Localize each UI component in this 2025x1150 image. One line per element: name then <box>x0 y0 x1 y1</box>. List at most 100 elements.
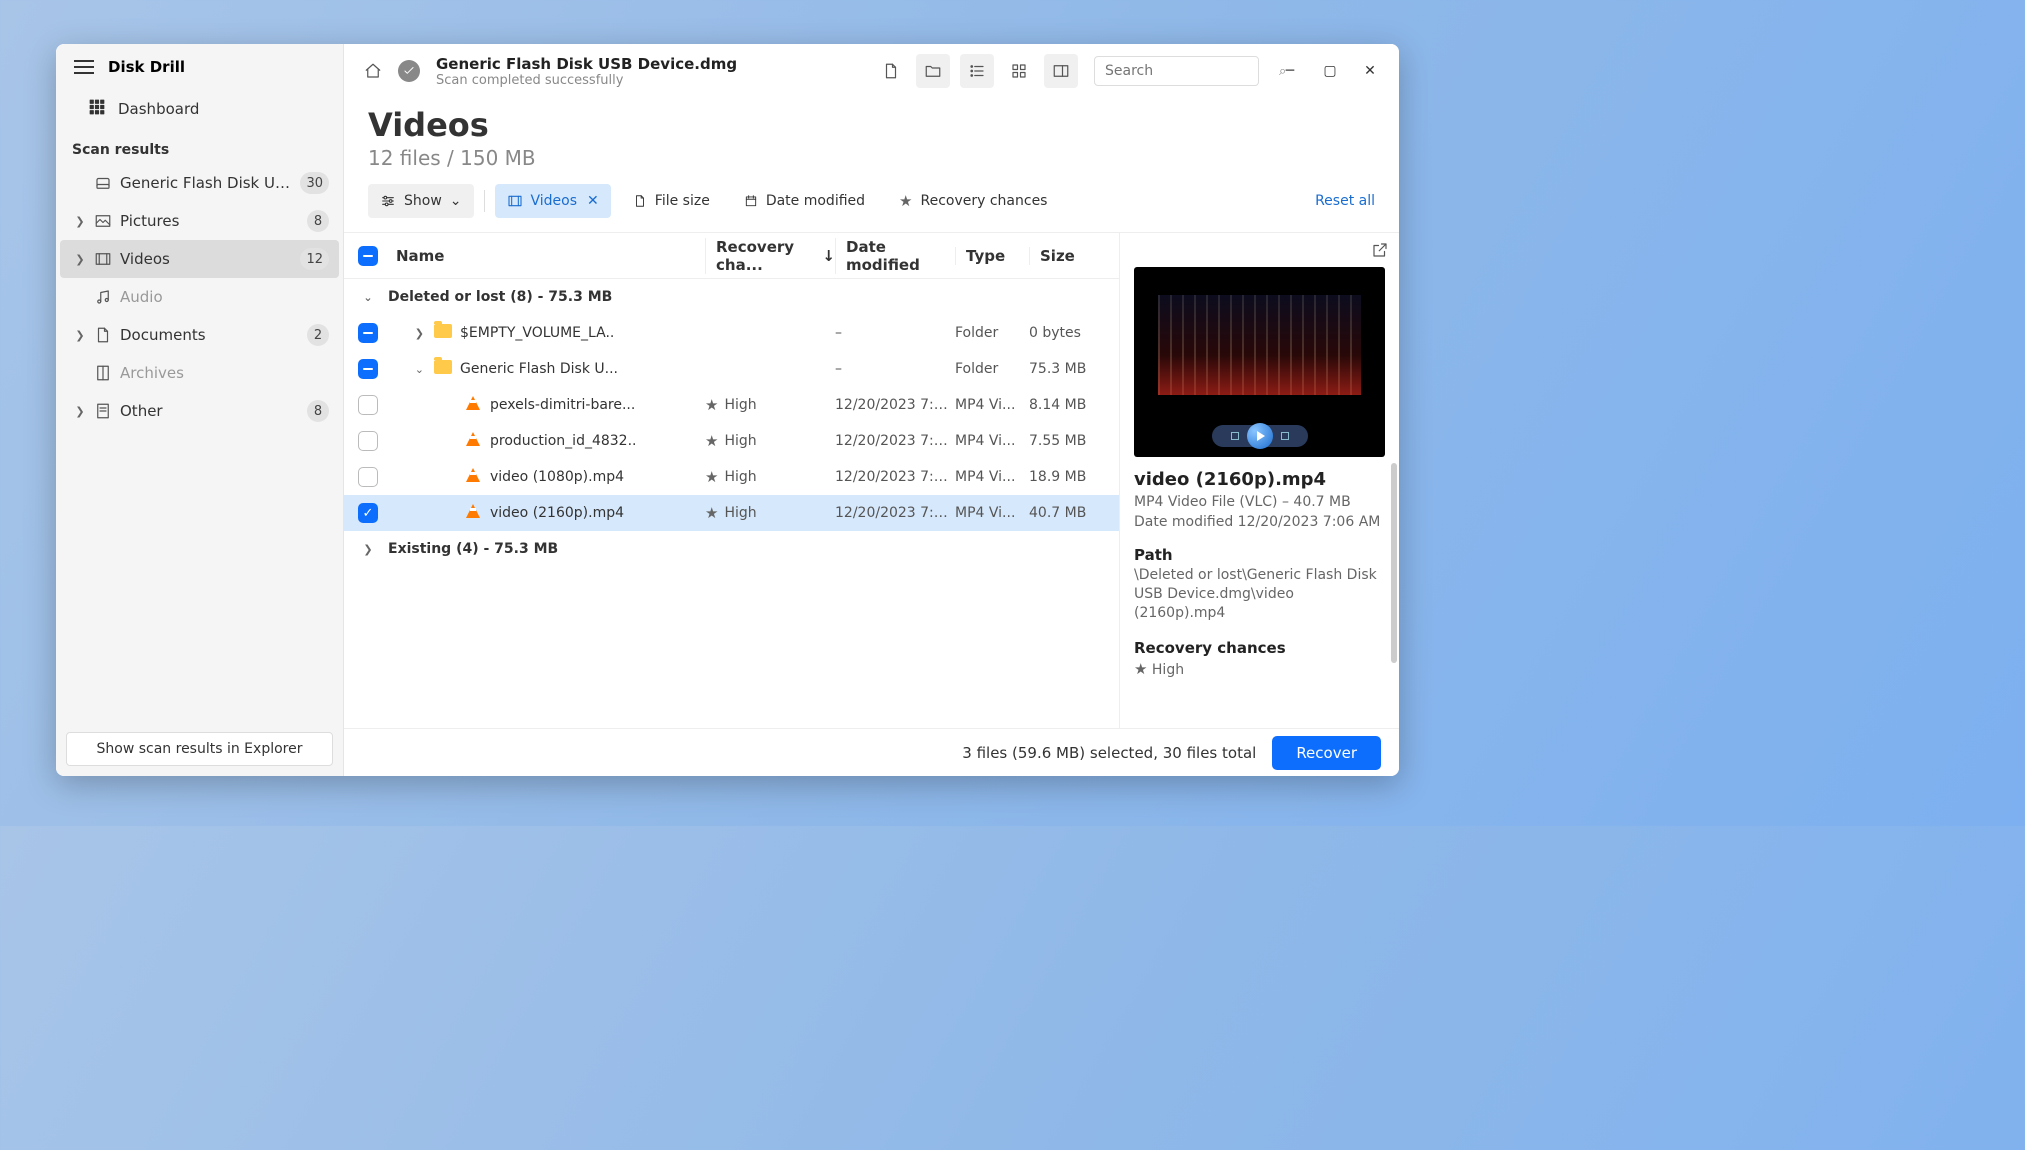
row-checkbox[interactable] <box>358 503 378 523</box>
vlc-icon <box>466 432 480 446</box>
filter-bar: Show ⌄ Videos ✕ File size Date modified … <box>344 184 1399 232</box>
row-checkbox[interactable] <box>358 323 378 343</box>
vlc-icon <box>466 468 480 482</box>
chevron-right-icon: ❯ <box>74 215 86 228</box>
file-icon[interactable] <box>876 56 906 86</box>
sidebar-item[interactable]: ❯ Documents 2 <box>60 316 339 354</box>
preview-path-value: \Deleted or lost\Generic Flash Disk USB … <box>1134 566 1385 623</box>
table-row[interactable]: video (1080p).mp4 ★ High 12/20/2023 7:06… <box>344 459 1119 495</box>
preview-rec-label: Recovery chances <box>1134 639 1385 657</box>
window-minimize[interactable]: ─ <box>1281 63 1299 79</box>
col-date[interactable]: Date modified <box>835 238 955 274</box>
sidebar-section-head: Scan results <box>56 132 343 164</box>
row-checkbox[interactable] <box>358 359 378 379</box>
count-badge: 30 <box>300 172 329 194</box>
search-input[interactable] <box>1105 63 1279 79</box>
remove-filter-icon[interactable]: ✕ <box>587 193 599 209</box>
table-header: Name Recovery cha...↓ Date modified Type… <box>344 233 1119 279</box>
col-type[interactable]: Type <box>955 247 1029 265</box>
panel-toggle-icon[interactable] <box>1044 54 1078 88</box>
show-dropdown[interactable]: Show ⌄ <box>368 184 474 218</box>
search-box[interactable]: ⌕ <box>1094 56 1259 86</box>
star-icon: ★ <box>899 192 912 210</box>
row-checkbox[interactable] <box>358 467 378 487</box>
file-name: pexels-dimitri-bare... <box>484 397 705 413</box>
window-close[interactable]: ✕ <box>1361 63 1379 79</box>
sidebar-item-label: Other <box>120 402 299 420</box>
sidebar-item[interactable]: ❯ Other 8 <box>60 392 339 430</box>
row-checkbox[interactable] <box>358 395 378 415</box>
file-table: Name Recovery cha...↓ Date modified Type… <box>344 233 1119 728</box>
preview-dateline: Date modified 12/20/2023 7:06 AM <box>1134 514 1385 530</box>
sidebar-item-label: Audio <box>120 288 329 306</box>
star-icon: ★ <box>705 504 718 522</box>
vlc-icon <box>466 504 480 518</box>
file-name: production_id_4832.. <box>484 433 705 449</box>
sidebar-item-label: Videos <box>120 250 292 268</box>
grid-view-icon[interactable] <box>1004 56 1034 86</box>
select-all-checkbox[interactable] <box>358 246 378 266</box>
recover-button[interactable]: Recover <box>1272 736 1381 770</box>
filter-filesize[interactable]: File size <box>621 184 722 218</box>
player-controls[interactable] <box>1212 425 1308 447</box>
table-row[interactable]: production_id_4832.. ★ High 12/20/2023 7… <box>344 423 1119 459</box>
sidebar-item[interactable]: ❯ Videos 12 <box>60 240 339 278</box>
video-thumbnail[interactable] <box>1134 267 1385 457</box>
preview-scrollbar[interactable] <box>1391 463 1397 663</box>
menu-icon[interactable] <box>74 60 94 74</box>
chevron-right-icon: ❯ <box>74 329 86 342</box>
preview-path-label: Path <box>1134 546 1385 564</box>
filter-recoverychances[interactable]: ★ Recovery chances <box>887 184 1059 218</box>
play-icon[interactable] <box>1247 423 1273 449</box>
sort-desc-icon: ↓ <box>822 247 835 265</box>
folder-icon[interactable] <box>916 54 950 88</box>
col-recovery[interactable]: Recovery cha...↓ <box>705 238 835 274</box>
group-row[interactable]: ⌄Deleted or lost (8) - 75.3 MB <box>344 279 1119 315</box>
popout-icon[interactable] <box>1371 241 1389 263</box>
sidebar-item-label: Pictures <box>120 212 299 230</box>
count-badge: 8 <box>307 210 329 232</box>
sidebar-item-label: Documents <box>120 326 299 344</box>
col-size[interactable]: Size <box>1029 247 1119 265</box>
sidebar-item[interactable]: Generic Flash Disk USB D... 30 <box>60 164 339 202</box>
group-row[interactable]: ❯Existing (4) - 75.3 MB <box>344 531 1119 567</box>
filter-datemodified[interactable]: Date modified <box>732 184 877 218</box>
table-row[interactable]: video (2160p).mp4 ★ High 12/20/2023 7:06… <box>344 495 1119 531</box>
window-maximize[interactable]: ▢ <box>1321 63 1339 79</box>
file-name: Generic Flash Disk U... <box>454 361 705 377</box>
audio-icon <box>94 288 112 306</box>
reset-all-link[interactable]: Reset all <box>1315 193 1375 209</box>
folder-icon <box>434 324 452 338</box>
header: Generic Flash Disk USB Device.dmg Scan c… <box>344 44 1399 98</box>
row-checkbox[interactable] <box>358 431 378 451</box>
filter-videos[interactable]: Videos ✕ <box>495 184 611 218</box>
file-name: video (1080p).mp4 <box>484 469 705 485</box>
table-row[interactable]: ⌄ Generic Flash Disk U... – Folder 75.3 … <box>344 351 1119 387</box>
sidebar: Disk Drill Dashboard Scan results Generi… <box>56 44 344 776</box>
sidebar-item-label: Generic Flash Disk USB D... <box>120 174 292 192</box>
count-badge: 12 <box>300 248 329 270</box>
sidebar-dashboard[interactable]: Dashboard <box>56 90 343 128</box>
chevron-icon: ⌄ <box>358 291 378 304</box>
sidebar-item[interactable]: ❯ Pictures 8 <box>60 202 339 240</box>
show-in-explorer-button[interactable]: Show scan results in Explorer <box>66 732 333 766</box>
file-name: video (2160p).mp4 <box>484 505 705 521</box>
sidebar-item[interactable]: Archives <box>60 354 339 392</box>
preview-panel: video (2160p).mp4 MP4 Video File (VLC) –… <box>1119 233 1399 728</box>
disk-icon <box>94 174 112 192</box>
chevron-icon: ❯ <box>358 543 378 556</box>
sidebar-item-label: Archives <box>120 364 329 382</box>
videos-icon <box>94 250 112 268</box>
sidebar-item[interactable]: Audio <box>60 278 339 316</box>
page-title: Videos <box>368 106 1375 144</box>
count-badge: 8 <box>307 400 329 422</box>
archives-icon <box>94 364 112 382</box>
col-name[interactable]: Name <box>392 247 705 265</box>
list-view-icon[interactable] <box>960 54 994 88</box>
home-icon[interactable] <box>358 56 388 86</box>
header-title: Generic Flash Disk USB Device.dmg <box>436 55 737 73</box>
table-row[interactable]: ❯ $EMPTY_VOLUME_LA.. – Folder 0 bytes <box>344 315 1119 351</box>
star-icon: ★ <box>705 432 718 450</box>
table-row[interactable]: pexels-dimitri-bare... ★ High 12/20/2023… <box>344 387 1119 423</box>
scan-status-icon[interactable] <box>398 60 420 82</box>
